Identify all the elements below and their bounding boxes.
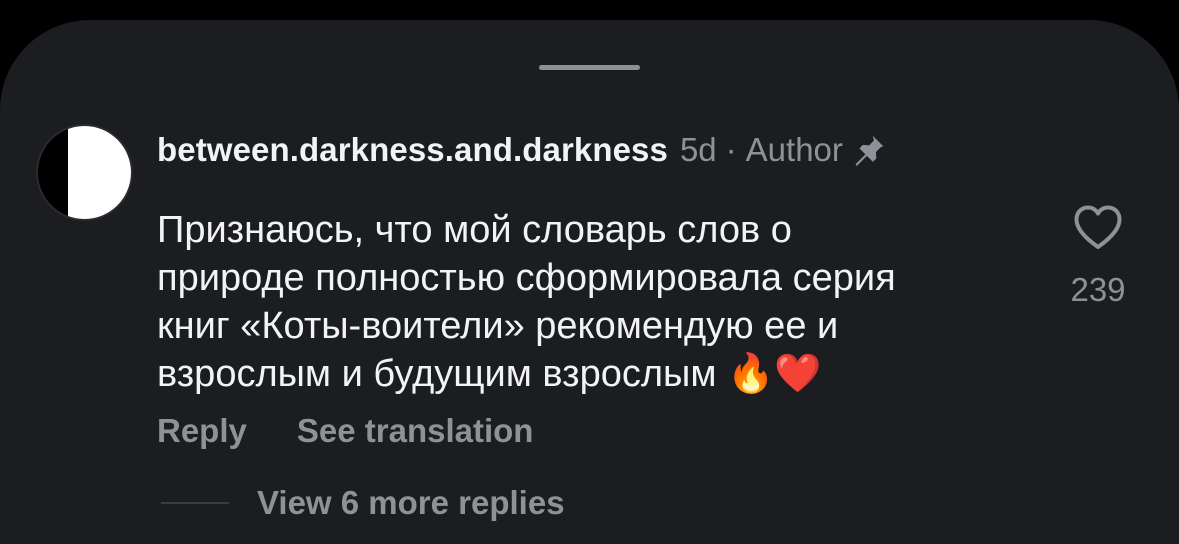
see-translation-button[interactable]: See translation (297, 412, 534, 450)
comment-age: 5d (679, 131, 717, 168)
replies-divider (161, 502, 229, 504)
sheet-grabber-handle[interactable] (539, 65, 640, 70)
comment-actions: Reply See translation (157, 412, 533, 450)
pin-icon (855, 135, 884, 166)
reply-button[interactable]: Reply (157, 412, 247, 450)
heart-outline-icon[interactable] (1072, 203, 1124, 251)
like-count: 239 (1070, 271, 1126, 308)
comments-sheet: between.darkness.and.darkness 5d · Autho… (0, 20, 1179, 544)
view-replies-row[interactable]: View 6 more replies (161, 484, 565, 522)
meta-separator: · (725, 131, 737, 168)
comment-header: between.darkness.and.darkness 5d · Autho… (157, 128, 887, 172)
like-block: 239 (1058, 203, 1138, 309)
comment-text: Признаюсь, что мой словарь слов о природ… (157, 209, 896, 395)
avatar-image (68, 126, 131, 219)
author-badge: Author (745, 131, 843, 168)
avatar[interactable] (36, 124, 133, 221)
view-more-replies-button[interactable]: View 6 more replies (257, 484, 565, 522)
username[interactable]: between.darkness.and.darkness (157, 131, 668, 169)
